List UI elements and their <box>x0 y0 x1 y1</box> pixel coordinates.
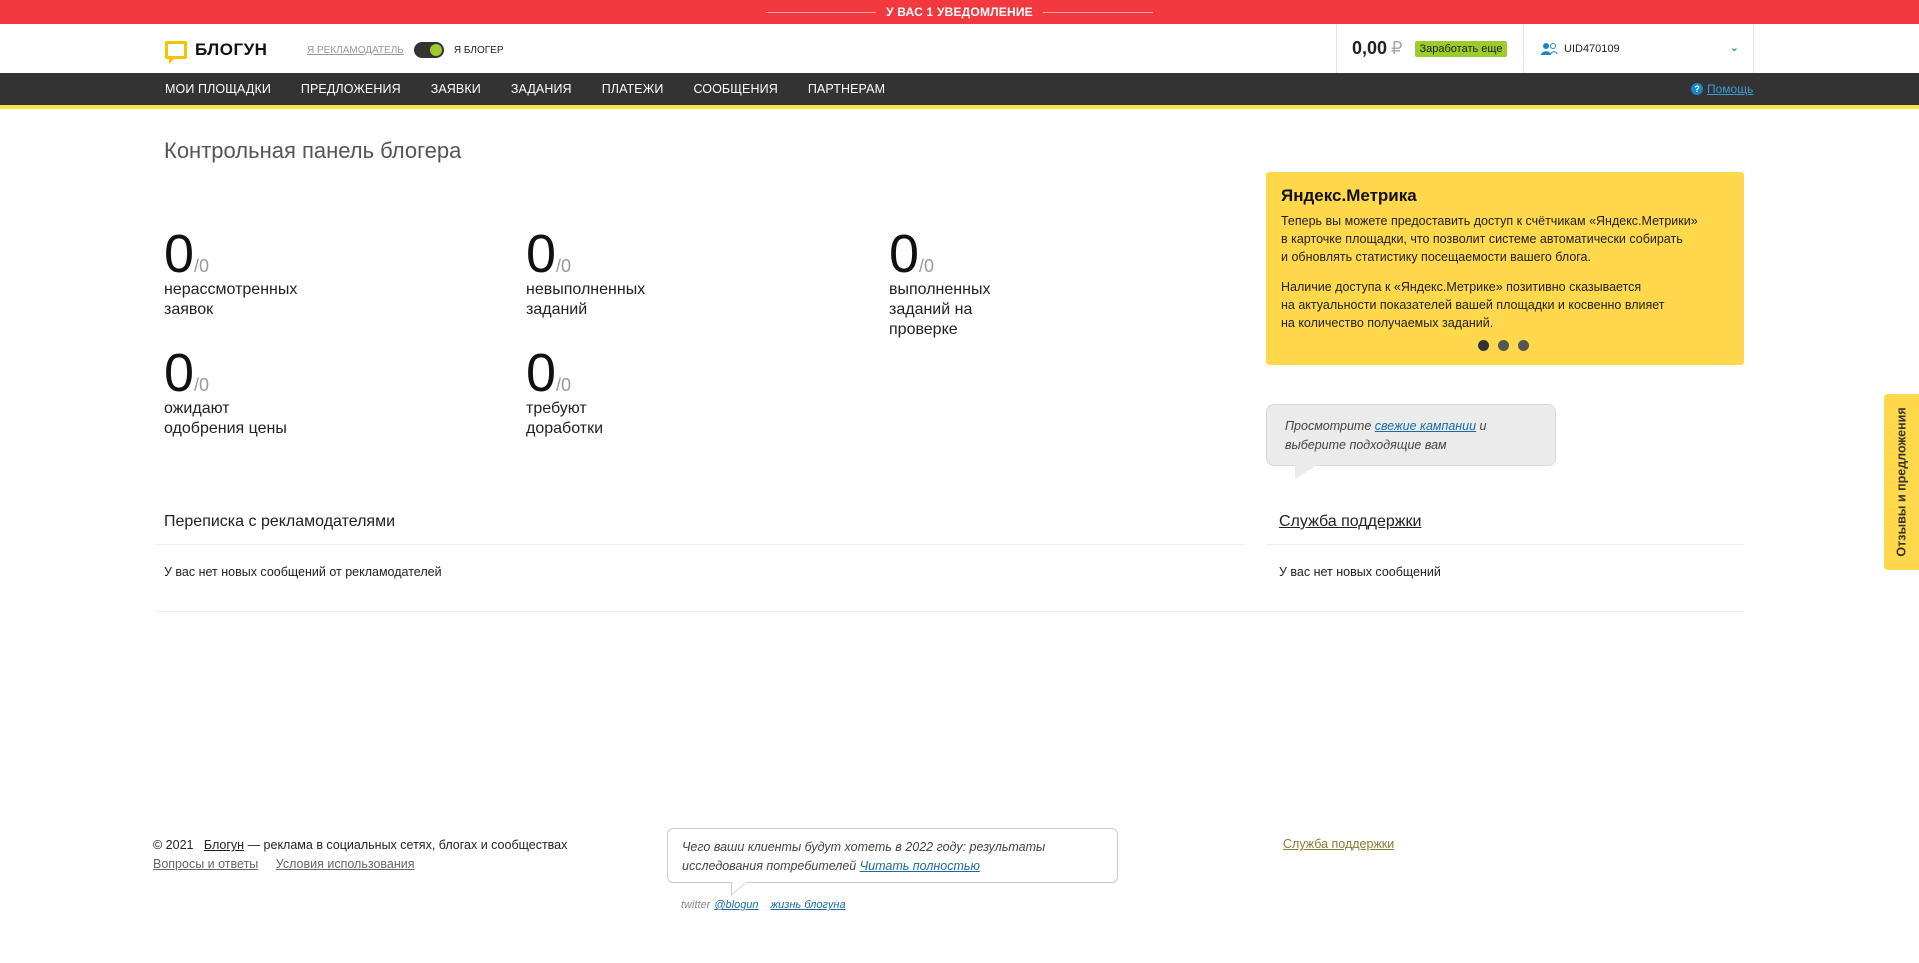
stat-value: 0 <box>526 343 557 403</box>
campaigns-text-after: и <box>1476 419 1487 433</box>
footer-news-bubble: Чего ваши клиенты будут хотеть в 2022 го… <box>667 828 1118 896</box>
yandex-card-text-2: Наличие доступа к «Яндекс.Метрике» позит… <box>1281 280 1665 330</box>
nav-item-payments[interactable]: ПЛАТЕЖИ <box>602 82 664 96</box>
copyright-year: © 2021 <box>153 838 194 852</box>
balance-box: 0,00 ₽ Заработать еще <box>1336 24 1524 73</box>
carousel-dots <box>1478 340 1538 351</box>
campaigns-text-before: Просмотрите <box>1285 419 1375 433</box>
nav-item-offers[interactable]: ПРЕДЛОЖЕНИЯ <box>301 82 401 96</box>
notification-text[interactable]: У ВАС 1 УВЕДОМЛЕНИЕ <box>886 5 1033 19</box>
footer-copyright: © 2021 Блогун — реклама в социальных сет… <box>153 838 567 852</box>
stat-value: 0 <box>526 224 557 284</box>
nav-item-partners[interactable]: ПАРТНЕРАМ <box>808 82 885 96</box>
footer-social: twitter @blogun жизнь блогуна <box>681 899 854 911</box>
stat-total: /0 <box>556 375 572 395</box>
fresh-campaigns-link[interactable]: свежие кампании <box>1375 419 1476 433</box>
stat-label: нерассмотренных заявок <box>164 281 298 318</box>
footer-brand-link[interactable]: Блогун <box>204 838 244 852</box>
footer-faq-link[interactable]: Вопросы и ответы <box>153 857 258 871</box>
page-title: Контрольная панель блогера <box>164 138 462 163</box>
chevron-down-icon[interactable]: ⌄ <box>1730 41 1739 54</box>
stat-value: 0 <box>889 224 920 284</box>
notification-divider-left <box>766 11 877 13</box>
stat-tasks-on-review[interactable]: 0/0 выполненных заданий на проверке <box>889 227 1009 340</box>
twitter-label: twitter <box>681 899 711 911</box>
main-nav: МОИ ПЛОЩАДКИ ПРЕДЛОЖЕНИЯ ЗАЯВКИ ЗАДАНИЯ … <box>0 73 1919 109</box>
support-empty-text: У вас нет новых сообщений <box>1279 565 1441 579</box>
notification-divider-right <box>1042 11 1153 13</box>
footer-links: Вопросы и ответы Условия использования <box>153 857 429 871</box>
stat-label: невыполненных заданий <box>526 281 646 318</box>
feedback-tab-label: Отзывы и предложения <box>1894 407 1909 557</box>
stat-value: 0 <box>164 343 195 403</box>
footer-tagline: — реклама в социальных сетях, блогах и с… <box>244 838 568 852</box>
notification-bar[interactable]: У ВАС 1 УВЕДОМЛЕНИЕ <box>0 0 1919 24</box>
stat-unreviewed-requests[interactable]: 0/0 нерассмотренных заявок <box>164 227 314 320</box>
stat-unfinished-tasks[interactable]: 0/0 невыполненных заданий <box>526 227 676 320</box>
nav-item-messages[interactable]: СООБЩЕНИЯ <box>693 82 777 96</box>
fresh-campaigns-bubble: Просмотрите свежие кампании и выберите п… <box>1266 404 1556 479</box>
content-bottom-divider <box>155 611 1744 612</box>
question-icon: ? <box>1691 83 1703 95</box>
footer-support-link[interactable]: Служба поддержки <box>1283 837 1394 851</box>
correspondence-title: Переписка с рекламодателями <box>164 513 396 530</box>
balance-amount: 0,00 <box>1352 38 1388 58</box>
nav-item-my-sites[interactable]: МОИ ПЛОЩАДКИ <box>165 82 271 96</box>
stat-label: требуют доработки <box>526 400 604 437</box>
stat-label: выполненных заданий на проверке <box>889 281 991 338</box>
feedback-tab[interactable]: Отзывы и предложения <box>1884 394 1919 570</box>
carousel-dot-2[interactable] <box>1498 340 1509 351</box>
correspondence-empty-text: У вас нет новых сообщений от рекламодате… <box>164 565 442 579</box>
stat-need-revision[interactable]: 0/0 требуют доработки <box>526 346 626 439</box>
footer-terms-link[interactable]: Условия использования <box>276 857 415 871</box>
logo-icon <box>165 41 187 64</box>
stat-value: 0 <box>164 224 195 284</box>
stat-total: /0 <box>556 256 572 276</box>
role-toggle[interactable] <box>413 42 444 58</box>
user-id: UID470109 <box>1564 42 1620 55</box>
blog-link[interactable]: жизнь блогуна <box>771 899 846 911</box>
stat-total: /0 <box>919 256 935 276</box>
carousel-dot-3[interactable] <box>1518 340 1529 351</box>
support-title-link[interactable]: Служба поддержки <box>1279 513 1421 531</box>
divider <box>155 544 1245 545</box>
stat-total: /0 <box>194 256 210 276</box>
yandex-metrika-card: Яндекс.Метрика Теперь вы можете предоста… <box>1266 172 1744 365</box>
twitter-link[interactable]: @blogun <box>714 899 758 911</box>
role-switch: Я РЕКЛАМОДАТЕЛЬ Я БЛОГЕР <box>307 42 504 58</box>
nav-item-requests[interactable]: ЗАЯВКИ <box>431 82 481 96</box>
footer-news-link[interactable]: Читать полностью <box>860 859 980 873</box>
user-icon <box>1541 42 1558 55</box>
campaigns-text-line2: выберите подходящие вам <box>1285 438 1447 452</box>
logo-text: БЛОГУН <box>195 40 268 59</box>
stat-total: /0 <box>194 375 210 395</box>
role-blogger-label: Я БЛОГЕР <box>453 44 504 56</box>
user-menu[interactable]: UID470109 ⌄ <box>1524 24 1754 73</box>
help-link[interactable]: ? Помощь <box>1691 82 1753 96</box>
yandex-card-text-1: Теперь вы можете предоставить доступ к с… <box>1281 214 1698 264</box>
stat-awaiting-price-approval[interactable]: 0/0 ожидают одобрения цены <box>164 346 304 439</box>
toggle-knob <box>429 44 442 56</box>
earn-more-button[interactable]: Заработать еще <box>1414 40 1508 57</box>
currency-icon: ₽ <box>1391 38 1403 58</box>
help-text[interactable]: Помощь <box>1707 82 1753 96</box>
nav-item-tasks[interactable]: ЗАДАНИЯ <box>511 82 572 96</box>
divider <box>1266 544 1744 545</box>
logo[interactable]: БЛОГУН <box>165 40 268 64</box>
yandex-card-title: Яндекс.Метрика <box>1281 186 1417 205</box>
stat-label: ожидают одобрения цены <box>164 400 287 437</box>
role-advertiser-link[interactable]: Я РЕКЛАМОДАТЕЛЬ <box>307 45 404 56</box>
header: БЛОГУН Я РЕКЛАМОДАТЕЛЬ Я БЛОГЕР 0,00 ₽ З… <box>0 24 1919 73</box>
carousel-dot-1[interactable] <box>1478 340 1489 351</box>
